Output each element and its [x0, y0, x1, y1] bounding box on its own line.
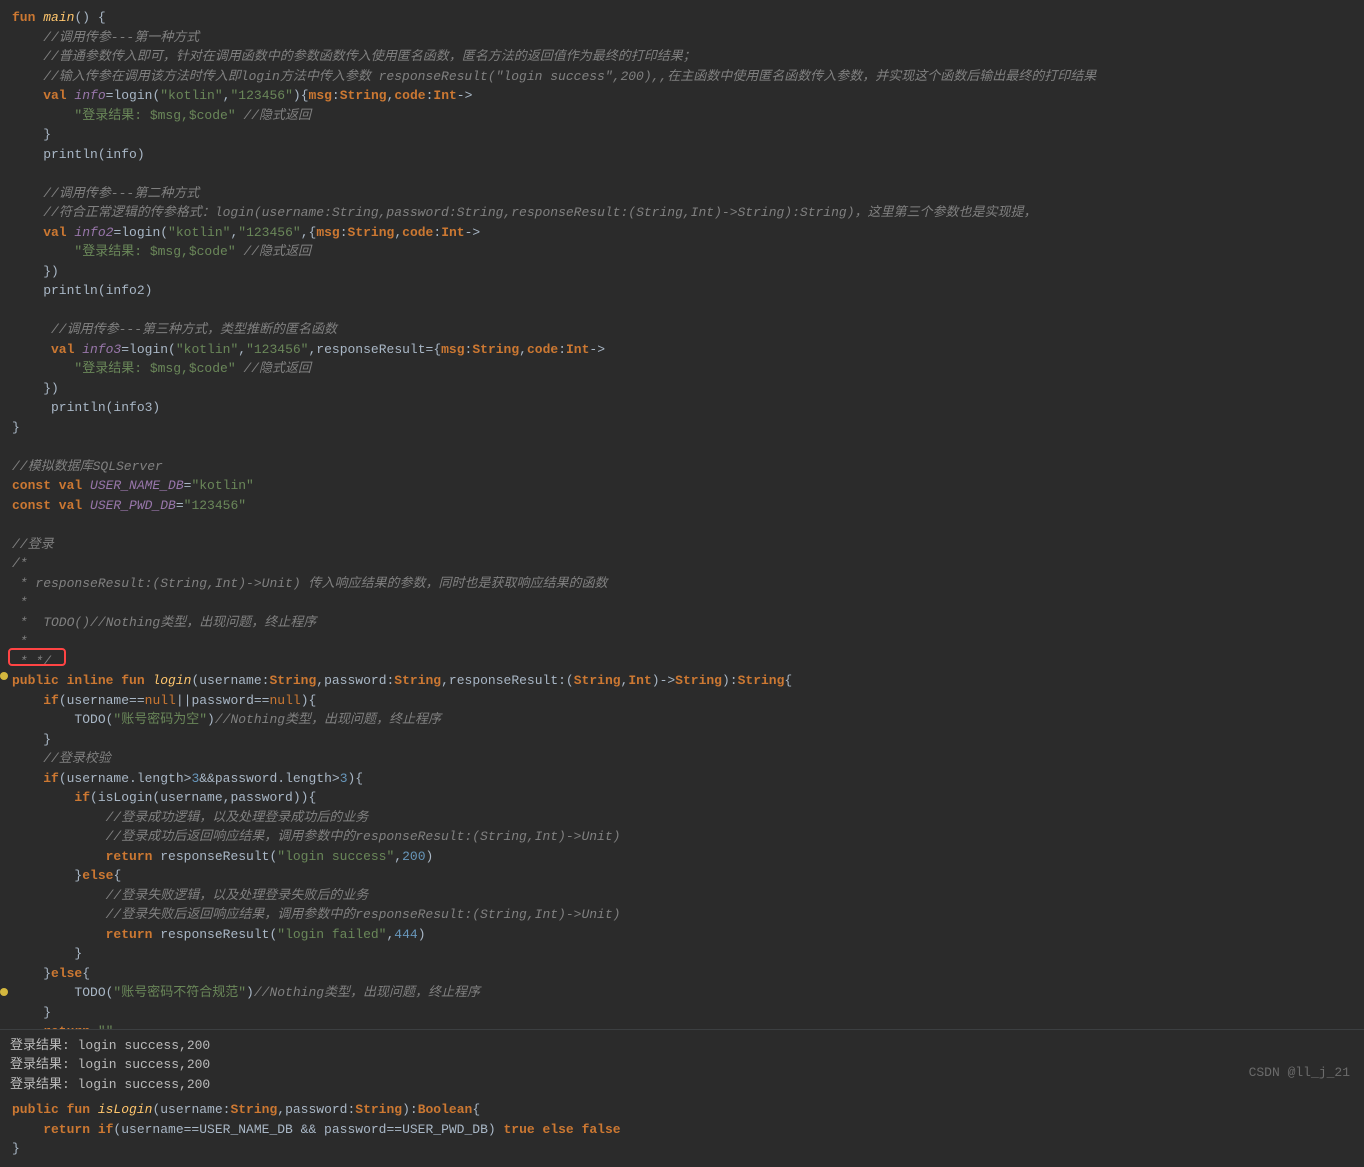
text: println(info) [12, 147, 145, 162]
gutter-warning-1[interactable] [0, 672, 8, 680]
string: "登录结果: $msg,$code" [74, 108, 235, 123]
gutter-warning-2[interactable] [0, 988, 8, 996]
output-line: 登录结果: login success,200 [10, 1055, 1354, 1075]
output-line: 登录结果: login success,200 [10, 1036, 1354, 1056]
text: } [12, 127, 51, 142]
output-panel: 登录结果: login success,200 登录结果: login succ… [0, 1029, 1364, 1101]
comment: //调用传参---第二种方式 [12, 186, 199, 201]
comment: //隐式返回 [236, 108, 311, 123]
comment: //符合正常逻辑的传参格式：login(username:String,pass… [12, 205, 1037, 220]
comment: //输入传参在调用该方法时传入即login方法中传入参数 responseRes… [12, 69, 1096, 84]
code-editor[interactable]: fun main() { //调用传参---第一种方式 //普通参数传入即可，针… [0, 0, 1364, 1167]
keyword: val [12, 88, 74, 103]
keyword: fun [12, 10, 35, 25]
comment: //调用传参---第一种方式 [12, 30, 199, 45]
highlight-public-1 [8, 648, 66, 666]
comment: //普通参数传入即可，针对在调用函数中的参数函数传入使用匿名函数，匿名方法的返回… [12, 49, 696, 64]
output-line: 登录结果: login success,200 [10, 1075, 1354, 1095]
watermark: CSDN @ll_j_21 [1249, 1063, 1350, 1083]
string: "kotlin" [160, 88, 222, 103]
string: "123456" [230, 88, 292, 103]
text: () { [74, 10, 105, 25]
variable: info [74, 88, 105, 103]
function-name: main [43, 10, 74, 25]
text: =login( [106, 88, 161, 103]
